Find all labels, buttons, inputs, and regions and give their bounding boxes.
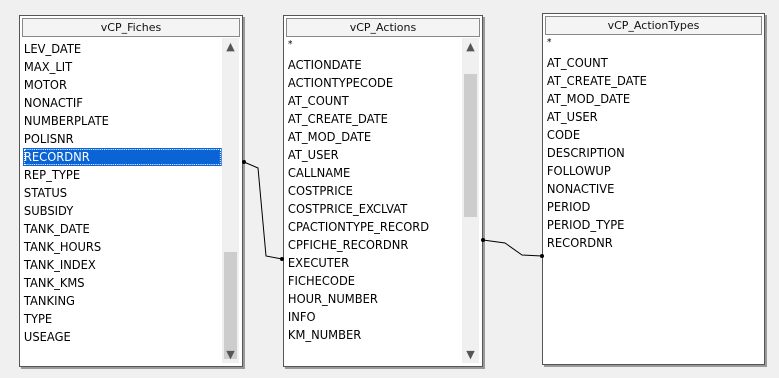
relation-endpoint — [280, 257, 284, 261]
relation-line[interactable] — [482, 239, 543, 257]
relation-actions-actiontypes[interactable] — [481, 238, 544, 258]
relation-line[interactable] — [243, 161, 283, 260]
relation-endpoint — [540, 254, 544, 258]
relationship-lines — [242, 160, 544, 261]
relation-fiches-actions[interactable] — [242, 160, 284, 261]
